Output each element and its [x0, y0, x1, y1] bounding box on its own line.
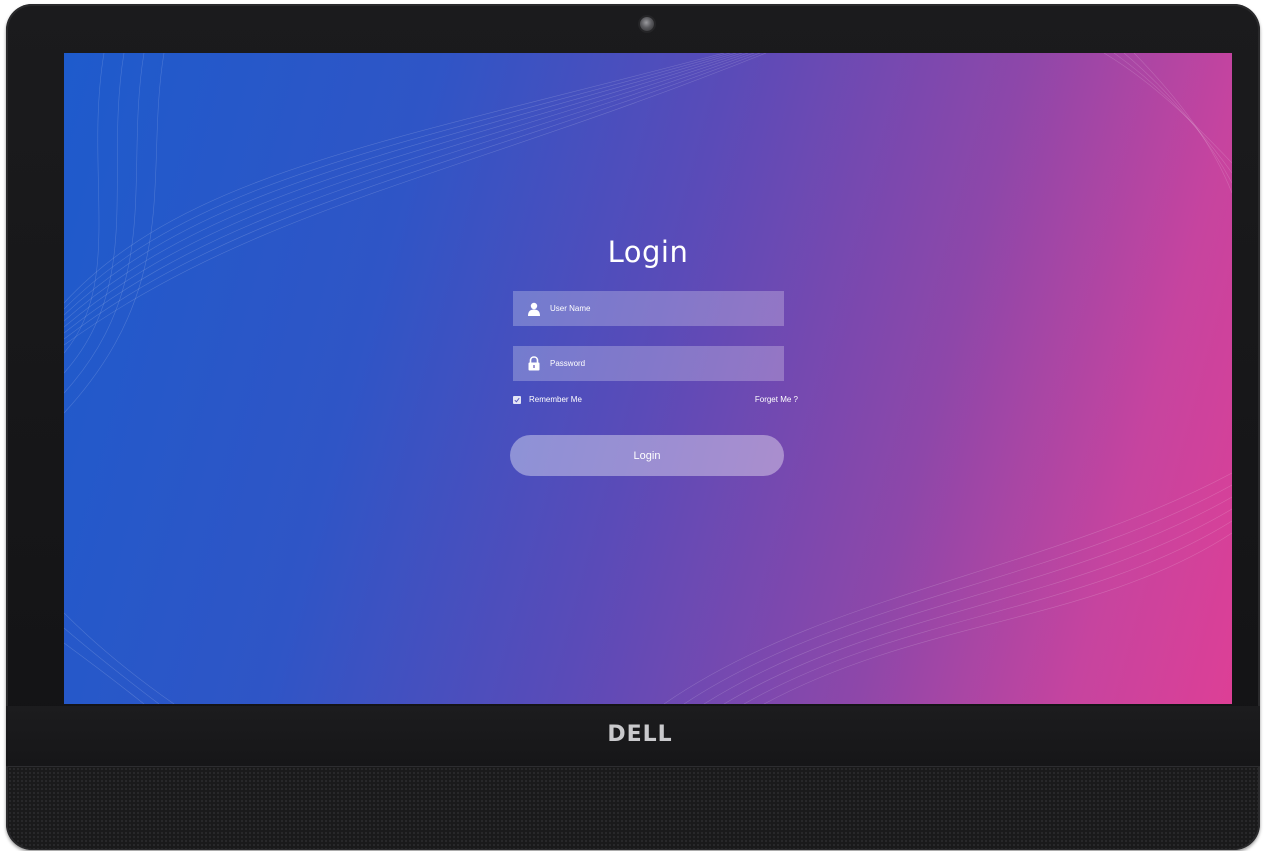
username-field[interactable]: [513, 291, 784, 326]
user-icon: [527, 301, 541, 317]
password-field[interactable]: [513, 346, 784, 381]
lock-icon: [527, 356, 541, 372]
remember-me[interactable]: Remember Me: [513, 395, 582, 404]
screen: Login User Name Remember Me Forget Me ? …: [64, 53, 1232, 704]
stage: DELL Login User Name Remember Me Forget …: [0, 0, 1265, 851]
login-button[interactable]: Login: [510, 435, 784, 476]
remember-me-label: Remember Me: [529, 395, 582, 404]
login-title: Login: [607, 235, 689, 269]
checkbox-checked-icon[interactable]: [513, 395, 521, 404]
forget-me-link[interactable]: Forget Me ?: [704, 395, 798, 404]
brand-logo: DELL: [607, 722, 673, 747]
webcam-icon: [640, 17, 654, 31]
username-input[interactable]: [550, 304, 770, 313]
password-input[interactable]: [550, 359, 770, 368]
speaker-grille: [8, 766, 1258, 849]
